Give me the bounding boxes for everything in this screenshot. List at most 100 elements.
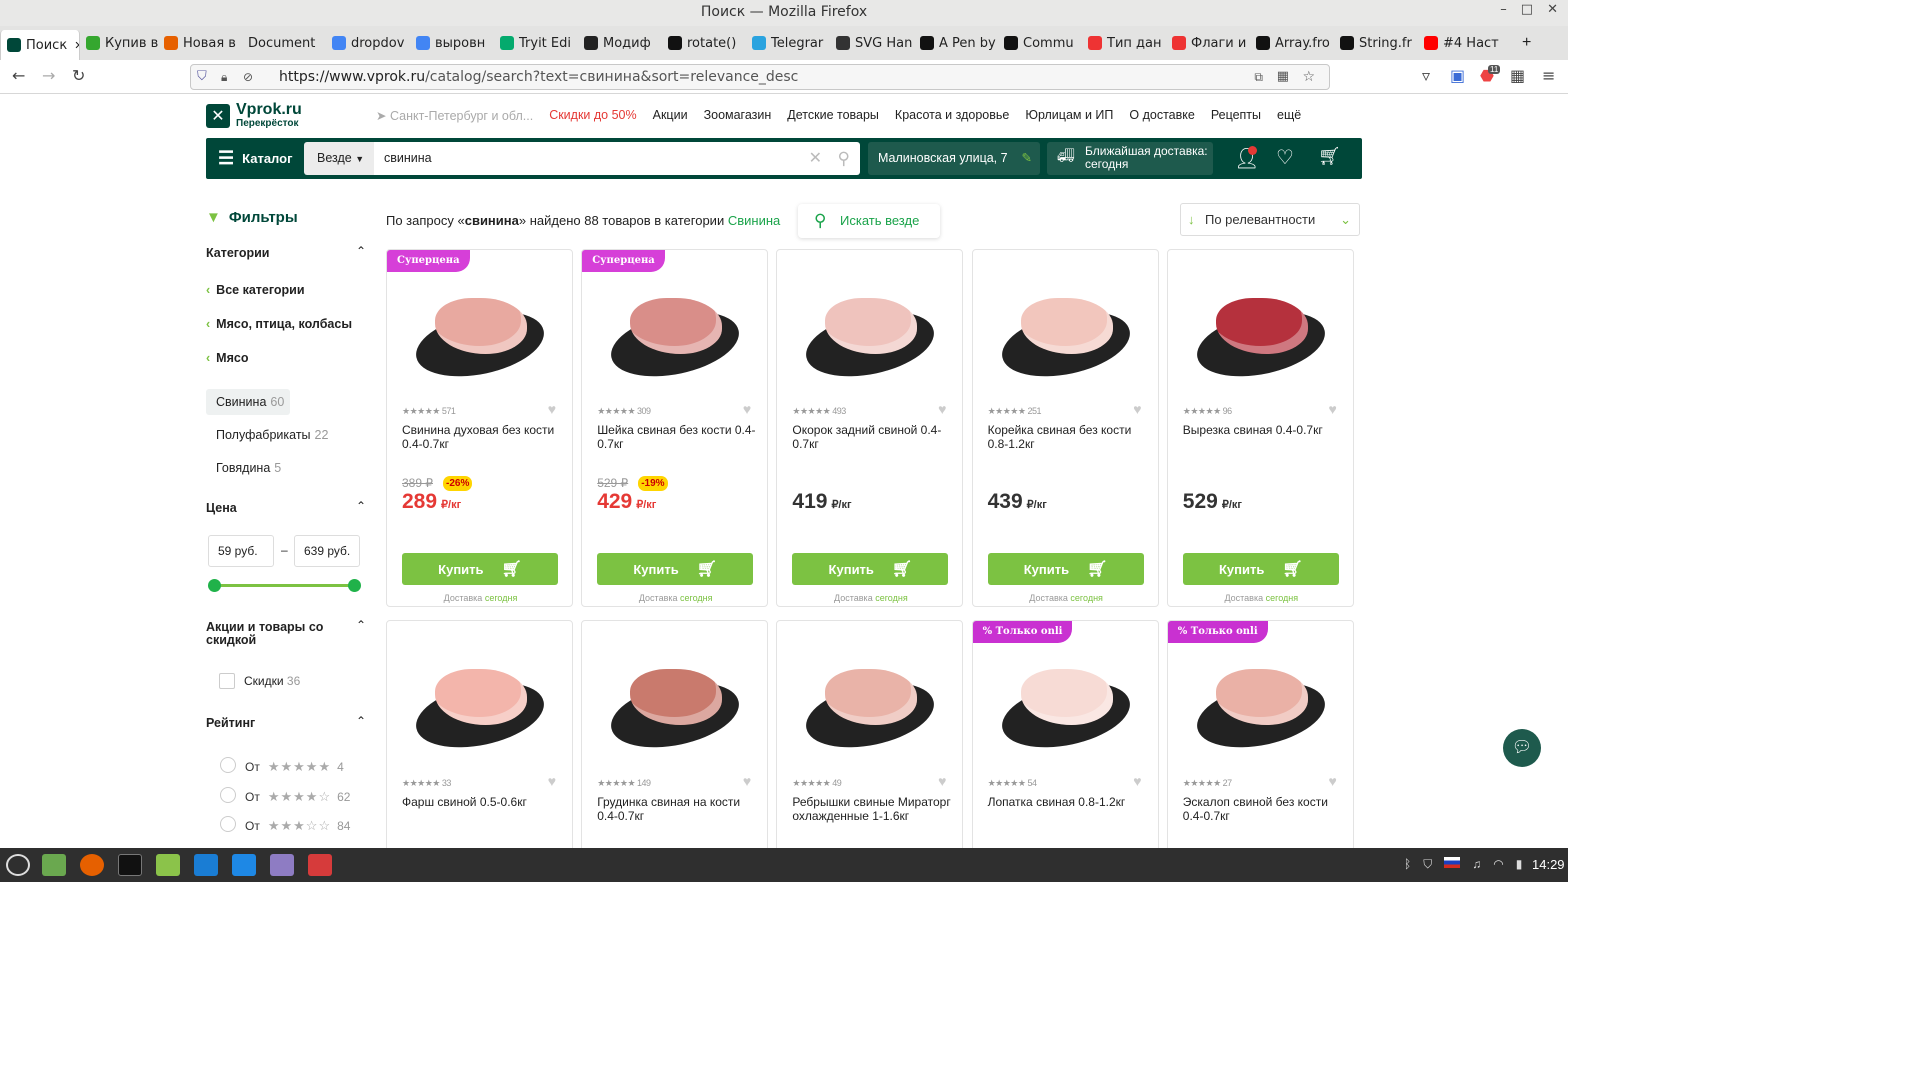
- product-card[interactable]: ★★★★★ 149 ♥ Грудинка свиная на кости 0.4-0…: [581, 620, 769, 860]
- product-image[interactable]: [410, 643, 550, 773]
- product-image[interactable]: [1190, 272, 1331, 402]
- search-input[interactable]: свинина ✕ ⚲: [374, 142, 860, 175]
- close-window-icon[interactable]: ✕: [1547, 2, 1558, 17]
- category-crumb-2[interactable]: ‹ Мясо: [206, 351, 248, 365]
- product-card[interactable]: ★★★★★ 49 ♥ Ребрышки свиные Мираторг охлажд…: [776, 620, 964, 860]
- rating-radio-2[interactable]: [220, 816, 236, 832]
- subcategory-1[interactable]: Полуфабрикаты 22: [216, 428, 328, 442]
- product-name[interactable]: Корейка свиная без кости 0.8-1.2кг: [988, 423, 1148, 451]
- category-crumb-1[interactable]: ‹ Мясо, птица, колбасы: [206, 317, 352, 331]
- buy-button[interactable]: Купить 🛒︎: [1182, 553, 1339, 585]
- top-nav-item-0[interactable]: Скидки до 50%: [549, 108, 636, 123]
- buy-button[interactable]: Купить 🛒︎: [402, 553, 558, 585]
- app-icon[interactable]: [308, 854, 332, 876]
- tab-12[interactable]: Commu: [998, 26, 1082, 60]
- top-nav-item-6[interactable]: О доставке: [1129, 108, 1194, 123]
- product-card[interactable]: Суперцена ★★★★★ 571 ♥ Свинина духовая без к…: [386, 249, 573, 607]
- tab-8[interactable]: rotate(): [662, 26, 746, 60]
- product-name[interactable]: Шейка свиная без кости 0.4-0.7кг: [597, 423, 757, 451]
- search-everywhere-button[interactable]: ⚲ Искать везде: [798, 204, 940, 238]
- product-name[interactable]: Фарш свиной 0.5-0.6кг: [402, 795, 562, 809]
- battery-icon[interactable]: ▮: [1516, 857, 1523, 872]
- favorite-heart-icon[interactable]: ♥: [938, 773, 946, 789]
- search-icon[interactable]: ⚲: [838, 142, 850, 175]
- rating-option-2[interactable]: От ★★★☆☆ 84: [245, 818, 350, 834]
- tab-15[interactable]: Array.fro: [1250, 26, 1334, 60]
- top-nav-item-2[interactable]: Зоомагазин: [704, 108, 772, 123]
- product-card[interactable]: ★★★★★ 33 ♥ Фарш свиной 0.5-0.6кг: [386, 620, 573, 860]
- favorite-heart-icon[interactable]: ♥: [548, 773, 556, 789]
- catalog-button[interactable]: ☰ Каталог: [218, 138, 293, 179]
- subcategory-0[interactable]: Свинина 60: [216, 395, 284, 409]
- pocket-icon[interactable]: ▿: [1422, 66, 1430, 85]
- collapse-price-icon[interactable]: ⌃: [356, 499, 366, 513]
- rating-option-1[interactable]: От ★★★★☆ 62: [245, 789, 350, 805]
- promo-title[interactable]: Акции и товары со скидкой: [206, 621, 346, 647]
- top-nav-item-3[interactable]: Детские товары: [787, 108, 879, 123]
- reload-icon[interactable]: ↻: [72, 66, 85, 85]
- tab-14[interactable]: Флаги и: [1166, 26, 1250, 60]
- extensions-grid-icon[interactable]: ▦: [1277, 65, 1289, 89]
- site-logo[interactable]: ✕ Vprok.ru Перекрёсток: [206, 102, 302, 129]
- product-image[interactable]: [995, 272, 1136, 402]
- product-card[interactable]: Суперцена ★★★★★ 309 ♥ Шейка свиная без кост…: [581, 249, 769, 607]
- wifi-icon[interactable]: ◠: [1493, 857, 1503, 872]
- top-nav-item-7[interactable]: Рецепты: [1211, 108, 1261, 123]
- product-card[interactable]: ★★★★★ 251 ♥ Корейка свиная без кости 0.8-1…: [971, 249, 1159, 607]
- product-name[interactable]: Эскалоп свиной без кости 0.4-0.7кг: [1183, 795, 1343, 823]
- product-image[interactable]: [995, 643, 1136, 773]
- scope-dropdown[interactable]: Везде ▼: [304, 142, 374, 175]
- product-image[interactable]: [1190, 643, 1331, 773]
- folder-icon[interactable]: [156, 854, 180, 876]
- product-name[interactable]: Грудинка свиная на кости 0.4-0.7кг: [597, 795, 757, 823]
- lock-icon[interactable]: 🔒︎: [221, 65, 227, 89]
- rating-option-0[interactable]: От ★★★★★ 4: [245, 759, 344, 775]
- tab-13[interactable]: Тип дан: [1082, 26, 1166, 60]
- top-nav-item-1[interactable]: Акции: [653, 108, 688, 123]
- permissions-icon[interactable]: ⊘: [243, 65, 253, 89]
- product-image[interactable]: [800, 643, 941, 773]
- favorite-heart-icon[interactable]: ♥: [548, 401, 556, 417]
- product-image[interactable]: [605, 643, 746, 773]
- location-selector[interactable]: ➤ Санкт-Петербург и обл...: [376, 108, 533, 123]
- product-image[interactable]: [410, 272, 550, 402]
- collapse-categories-icon[interactable]: ⌃: [356, 244, 366, 258]
- rating-radio-1[interactable]: [220, 786, 236, 803]
- favorite-heart-icon[interactable]: ♥: [1328, 401, 1336, 417]
- collapse-rating-icon[interactable]: ⌃: [356, 714, 366, 728]
- buy-button[interactable]: Купить 🛒︎: [597, 553, 754, 585]
- price-title[interactable]: Цена: [206, 501, 237, 515]
- tab-4[interactable]: dropdov: [326, 26, 410, 60]
- tab-7[interactable]: Модиф: [578, 26, 662, 60]
- favorite-heart-icon[interactable]: ♥: [743, 773, 751, 789]
- tab-17[interactable]: #4 Наст: [1418, 26, 1514, 60]
- favorites-heart-icon[interactable]: ♡: [1276, 145, 1294, 170]
- rating-radio-0[interactable]: [220, 757, 236, 773]
- product-name[interactable]: Свинина духовая без кости 0.4-0.7кг: [402, 423, 562, 451]
- minimize-icon[interactable]: –: [1500, 2, 1507, 17]
- shield-icon[interactable]: ⛉: [197, 65, 207, 89]
- menu-icon[interactable]: ≡: [1542, 66, 1555, 85]
- tab-3[interactable]: Document: [242, 26, 326, 60]
- rating-title[interactable]: Рейтинг: [206, 716, 255, 730]
- notes-icon[interactable]: [270, 854, 294, 876]
- apps-icon[interactable]: ▦: [1510, 66, 1525, 85]
- favorite-heart-icon[interactable]: ♥: [743, 401, 751, 417]
- discount-filter[interactable]: Скидки 36: [244, 674, 300, 688]
- categories-title[interactable]: Категории: [206, 246, 270, 260]
- files-icon[interactable]: [42, 854, 66, 876]
- tab-10[interactable]: SVG Han: [830, 26, 914, 60]
- category-crumb-0[interactable]: ‹ Все категории: [206, 283, 305, 297]
- product-card[interactable]: % Только onli ★★★★★ 54 ♥ Лопатка свиная 0.8…: [971, 620, 1159, 860]
- mint-menu-icon[interactable]: [6, 854, 30, 876]
- tab-5[interactable]: выровн: [410, 26, 494, 60]
- tab-11[interactable]: A Pen by: [914, 26, 998, 60]
- bookmark-star-icon[interactable]: ☆: [1302, 65, 1315, 89]
- top-nav-item-4[interactable]: Красота и здоровье: [895, 108, 1009, 123]
- product-name[interactable]: Окорок задний свиной 0.4-0.7кг: [792, 423, 952, 451]
- new-tab-icon[interactable]: +: [1522, 34, 1531, 52]
- text-editor-icon[interactable]: [232, 854, 256, 876]
- chat-icon[interactable]: 💬︎: [1503, 729, 1541, 767]
- product-card[interactable]: % Только onli ★★★★★ 27 ♥ Эскалоп свиной без…: [1166, 620, 1354, 860]
- tab-6[interactable]: Tryit Edi: [494, 26, 578, 60]
